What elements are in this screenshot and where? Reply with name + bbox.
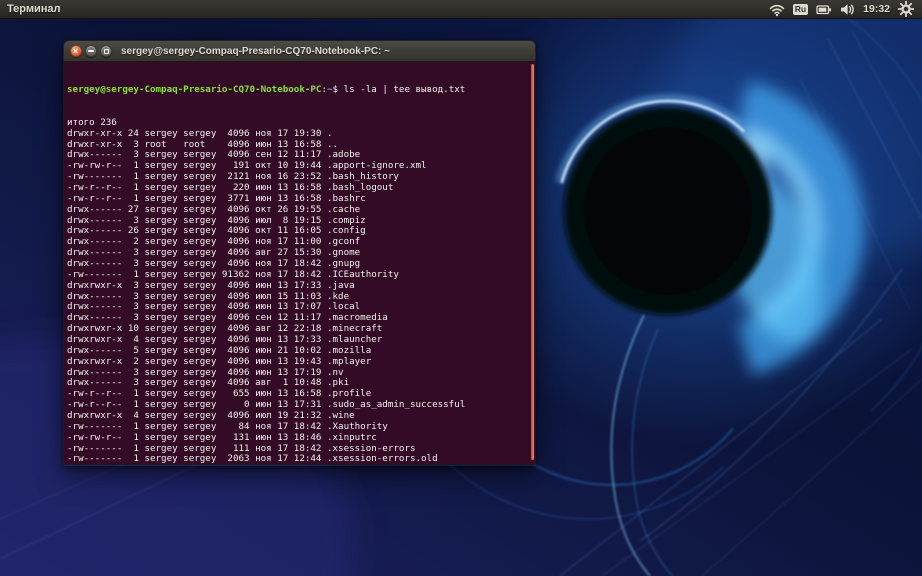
indicator-area: Ru 19:32 xyxy=(769,0,922,19)
terminal-output-line: drwxrwxr-x 3 sergey sergey 4096 июн 13 1… xyxy=(67,281,535,292)
prompt-user-host: sergey@sergey-Compaq-Presario-CQ70-Noteb… xyxy=(67,84,321,95)
terminal-output-line: drwx------ 27 sergey sergey 4096 окт 26 … xyxy=(67,205,535,216)
keyboard-layout-label: Ru xyxy=(793,4,808,15)
terminal-scrollbar[interactable] xyxy=(531,64,534,460)
close-icon xyxy=(73,48,79,54)
top-panel: Терминал Ru xyxy=(0,0,922,19)
window-title: sergey@sergey-Compaq-Presario-CQ70-Noteb… xyxy=(121,46,390,57)
window-maximize-button[interactable] xyxy=(100,45,112,57)
network-wifi-icon[interactable] xyxy=(769,0,785,19)
window-minimize-button[interactable] xyxy=(85,45,97,57)
desktop-screen: Терминал Ru xyxy=(0,0,922,576)
terminal-screen[interactable]: sergey@sergey-Compaq-Presario-CQ70-Noteb… xyxy=(63,62,536,465)
clock[interactable]: 19:32 xyxy=(863,3,890,15)
session-gear-icon[interactable] xyxy=(898,0,914,19)
terminal-output-line: drwxr-xr-x 24 sergey sergey 4096 ноя 17 … xyxy=(67,129,535,140)
terminal-output-line: -rw-rw-r-- 1 sergey sergey 131 июн 13 18… xyxy=(67,433,535,444)
terminal-output-line: drwxrwxr-x 2 sergey sergey 4096 июн 13 1… xyxy=(67,357,535,368)
minimize-icon xyxy=(88,50,94,52)
terminal-output: итого 236drwxr-xr-x 24 sergey sergey 409… xyxy=(67,118,535,465)
volume-icon[interactable] xyxy=(840,0,855,19)
active-app-title[interactable]: Терминал xyxy=(7,3,61,15)
window-close-button[interactable] xyxy=(70,45,82,57)
keyboard-layout-indicator[interactable]: Ru xyxy=(793,0,808,19)
terminal-window: sergey@sergey-Compaq-Presario-CQ70-Noteb… xyxy=(63,40,536,466)
maximize-icon xyxy=(104,49,109,54)
prompt-command: $ ls -la | tee вывод.txt xyxy=(333,84,466,95)
terminal-prompt-line: sergey@sergey-Compaq-Presario-CQ70-Noteb… xyxy=(67,85,535,96)
battery-icon[interactable] xyxy=(816,0,832,19)
terminal-content: sergey@sergey-Compaq-Presario-CQ70-Noteb… xyxy=(67,64,535,466)
window-titlebar[interactable]: sergey@sergey-Compaq-Presario-CQ70-Noteb… xyxy=(63,40,536,62)
